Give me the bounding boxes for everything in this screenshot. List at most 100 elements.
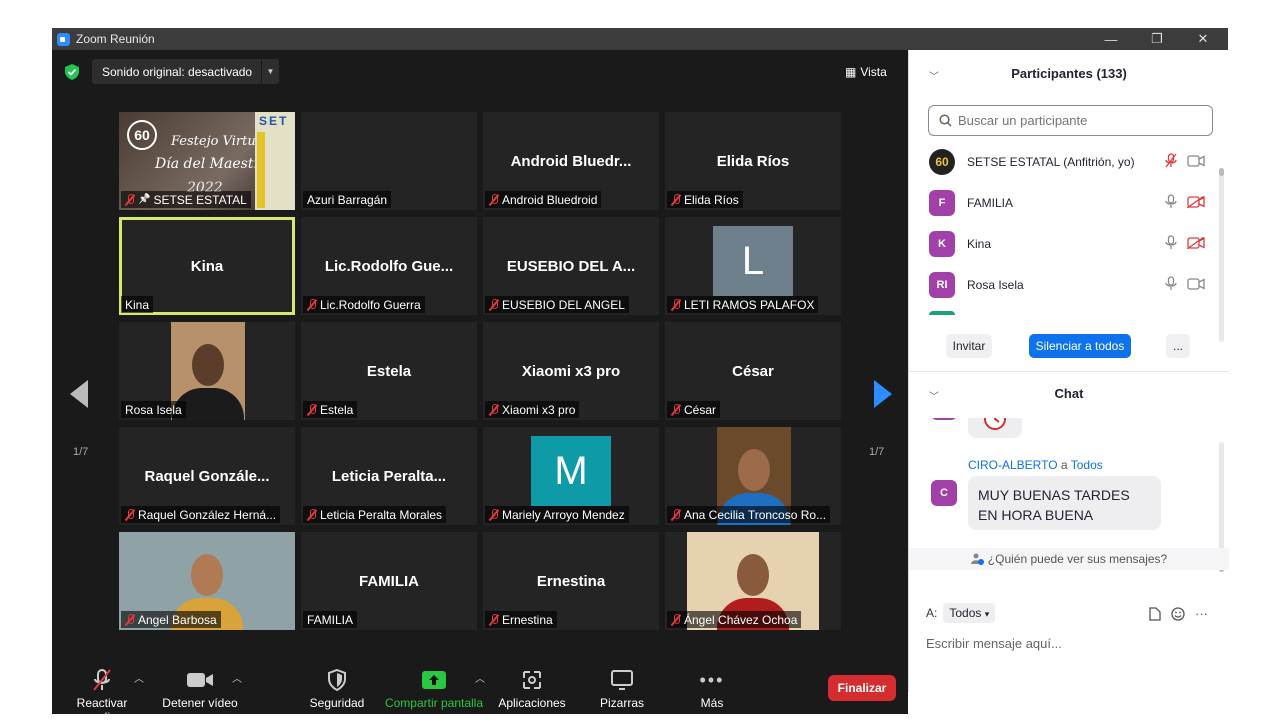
view-button[interactable]: ▦ Vista: [845, 62, 887, 82]
video-camera-icon[interactable]: [1187, 154, 1205, 170]
participant-row[interactable]: 60 SETSE ESTATAL (Anfitrión, yo): [929, 147, 1209, 177]
banner-title-2: Día del Maestro: [155, 156, 269, 172]
security-button[interactable]: Seguridad: [302, 668, 372, 710]
participant-list-scrollbar[interactable]: [1219, 168, 1224, 342]
participant-tile[interactable]: Kina Kina: [119, 217, 295, 315]
chat-message-input[interactable]: [926, 636, 1211, 651]
microphone-muted-icon: [125, 613, 135, 626]
participant-name-text: Rosa Isela: [125, 402, 182, 417]
chat-to-word: a: [1060, 458, 1068, 472]
grid-icon: ▦: [845, 65, 857, 79]
view-label: Vista: [860, 65, 887, 79]
who-can-see-messages-link[interactable]: ¿Quién puede ver sus mensajes?: [909, 548, 1229, 570]
shield-check-icon[interactable]: [65, 64, 79, 80]
microphone-muted-icon[interactable]: [1165, 153, 1177, 171]
participant-name-text: Mariely Arroyo Mendez: [502, 507, 625, 522]
participant-name-label: LETI RAMOS PALAFOX: [667, 296, 819, 313]
participant-row[interactable]: K Kina: [929, 229, 1209, 259]
participant-name-label: Leticia Peralta Morales: [303, 506, 447, 523]
stop-video-button[interactable]: Detener vídeo: [160, 668, 240, 710]
participant-tile[interactable]: 60 Festejo Virtual Día del Maestro 2022 SET 📌…: [119, 112, 295, 210]
participant-name-text: Elida Ríos: [684, 192, 739, 207]
microphone-icon[interactable]: [1165, 235, 1177, 253]
participant-row[interactable]: RI Rosa Isela: [929, 270, 1209, 300]
recipient-select[interactable]: Todos ▾: [943, 603, 996, 623]
original-sound-button[interactable]: Sonido original: desactivado ▼: [92, 59, 279, 84]
participant-tile[interactable]: Azuri Barragán: [301, 112, 477, 210]
participant-row-name: SETSE ESTATAL (Anfitrión, yo): [967, 155, 1135, 169]
video-off-icon[interactable]: [1186, 235, 1205, 252]
audio-options-caret-icon[interactable]: ︿: [134, 670, 144, 685]
share-screen-button[interactable]: Compartir pantalla: [384, 668, 484, 710]
participant-avatar: K: [929, 231, 955, 257]
chat-message-header: CIRO-ALBERTO a Todos: [968, 458, 1103, 472]
participant-tile[interactable]: Ángel Chávez Ochoa: [665, 532, 841, 630]
participant-avatar: L: [713, 226, 793, 296]
participant-name-label: Ana Cecilia Troncoso Ro...: [667, 506, 831, 523]
participant-avatar: M: [531, 436, 611, 506]
participant-row[interactable]: F FAMILIA: [929, 188, 1209, 218]
share-options-caret-icon[interactable]: ︿: [475, 670, 485, 685]
participant-status-icons: [1165, 276, 1205, 294]
participant-search-input[interactable]: [958, 113, 1198, 128]
microphone-muted-icon: [125, 508, 135, 521]
participant-tile[interactable]: Xiaomi x3 pro Xiaomi x3 pro: [483, 322, 659, 420]
participant-search-box[interactable]: [928, 105, 1213, 136]
microphone-icon[interactable]: [1165, 276, 1177, 294]
participant-name-label: Estela: [303, 401, 358, 418]
participant-tile[interactable]: Raquel Gonzále... Raquel González Herná..…: [119, 427, 295, 525]
microphone-muted-icon: [489, 403, 499, 416]
previous-message-bubble: [968, 418, 1022, 438]
microphone-icon[interactable]: [1165, 194, 1177, 212]
participant-tile[interactable]: Ernestina Ernestina: [483, 532, 659, 630]
end-meeting-button[interactable]: Finalizar: [828, 675, 896, 701]
participant-tile[interactable]: EUSEBIO DEL A... EUSEBIO DEL ANGEL: [483, 217, 659, 315]
more-button[interactable]: ••• Más: [688, 668, 736, 711]
participant-tile[interactable]: Ana Cecilia Troncoso Ro...: [665, 427, 841, 525]
unmute-audio-button[interactable]: Reactivar audio: [62, 668, 142, 724]
participant-tile[interactable]: Estela Estela: [301, 322, 477, 420]
apps-button[interactable]: Aplicaciones: [496, 668, 568, 710]
send-to-row: A: Todos ▾: [926, 603, 996, 623]
security-shield-icon: [328, 668, 346, 692]
restore-button[interactable]: ❐: [1134, 28, 1180, 50]
participant-name-label: Rosa Isela: [121, 401, 186, 418]
next-page-arrow-icon[interactable]: [872, 380, 892, 408]
video-off-icon[interactable]: [1186, 194, 1205, 211]
participant-tile[interactable]: Rosa Isela: [119, 322, 295, 420]
minimize-button[interactable]: —: [1088, 28, 1134, 50]
person-face: [737, 554, 769, 596]
participant-tile[interactable]: Angel Barbosa: [119, 532, 295, 630]
banner-side-graphic: SET: [255, 112, 295, 210]
file-icon[interactable]: [1149, 606, 1161, 621]
chat-recipient: Todos: [1070, 458, 1103, 472]
whiteboards-button[interactable]: Pizarras: [588, 668, 656, 710]
participant-tile[interactable]: Elida Ríos Elida Ríos: [665, 112, 841, 210]
participant-tile[interactable]: Leticia Peralta... Leticia Peralta Morale…: [301, 427, 477, 525]
participant-tile[interactable]: FAMILIA FAMILIA: [301, 532, 477, 630]
chat-more-icon[interactable]: ···: [1195, 606, 1208, 621]
participant-avatar-partial: [929, 311, 955, 315]
mute-all-button[interactable]: Silenciar a todos: [1029, 334, 1131, 358]
video-options-caret-icon[interactable]: ︿: [232, 670, 242, 685]
chevron-down-icon[interactable]: ▼: [261, 59, 279, 84]
whiteboard-icon: [611, 668, 633, 692]
previous-page-arrow-icon[interactable]: [70, 380, 90, 408]
participant-name-text: Xiaomi x3 pro: [502, 402, 576, 417]
microphone-muted-icon: [489, 193, 499, 206]
participant-tile[interactable]: César César: [665, 322, 841, 420]
participant-name-label: Lic.Rodolfo Guerra: [303, 296, 425, 313]
video-camera-icon[interactable]: [1187, 277, 1205, 293]
participant-tile[interactable]: Lic.Rodolfo Gue... Lic.Rodolfo Guerra: [301, 217, 477, 315]
close-button[interactable]: ✕: [1180, 28, 1226, 50]
participant-name-text: Android Bluedroid: [502, 192, 598, 207]
participants-more-button[interactable]: ...: [1166, 334, 1190, 358]
participant-name-text: Lic.Rodolfo Guerra: [320, 297, 421, 312]
participant-name-text: Azuri Barragán: [307, 192, 388, 207]
emoji-icon[interactable]: [1171, 606, 1185, 621]
participant-tile[interactable]: L LETI RAMOS PALAFOX: [665, 217, 841, 315]
participant-tile[interactable]: Android Bluedr... Android Bluedroid: [483, 112, 659, 210]
participant-tile[interactable]: M Mariely Arroyo Mendez: [483, 427, 659, 525]
invite-button[interactable]: Invitar: [946, 334, 992, 358]
participant-name-label: Kina: [121, 296, 154, 313]
